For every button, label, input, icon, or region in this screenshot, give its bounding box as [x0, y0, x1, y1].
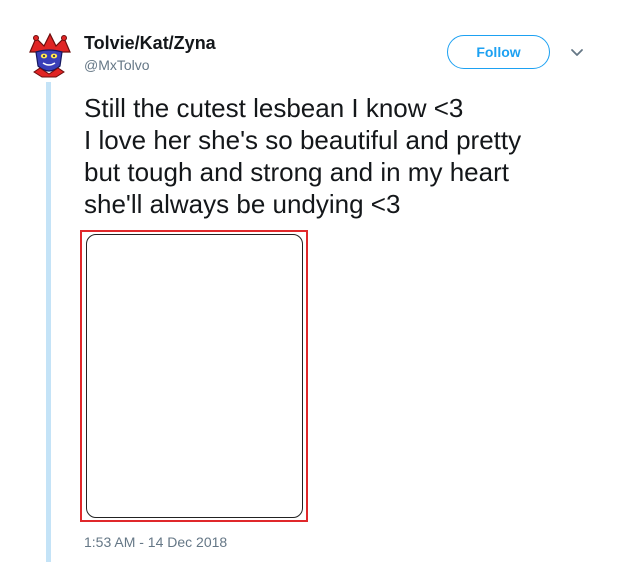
timestamp[interactable]: 1:53 AM - 14 Dec 2018: [84, 534, 227, 550]
tweet-card: Tolvie/Kat/Zyna @MxTolvo Follow Still th…: [0, 0, 617, 562]
tweet-text-line: I love her she's so beautiful and pretty: [84, 125, 522, 155]
media-image[interactable]: [86, 234, 303, 518]
tweet-text-line: Still the cutest lesbean I know <3: [84, 93, 464, 123]
avatar[interactable]: [26, 32, 72, 78]
tweet-text-line: she'll always be undying <3: [84, 189, 401, 219]
user-handle[interactable]: @MxTolvo: [84, 57, 216, 73]
user-info: Tolvie/Kat/Zyna @MxTolvo: [84, 34, 216, 74]
media-attachment[interactable]: [80, 230, 308, 522]
thread-line: [46, 82, 51, 562]
chevron-down-icon[interactable]: [569, 46, 585, 60]
display-name[interactable]: Tolvie/Kat/Zyna: [84, 34, 216, 53]
follow-button[interactable]: Follow: [447, 35, 550, 69]
tweet-text: Still the cutest lesbean I know <3 I lov…: [84, 92, 584, 220]
tweet-text-line: but tough and strong and in my heart: [84, 157, 509, 187]
